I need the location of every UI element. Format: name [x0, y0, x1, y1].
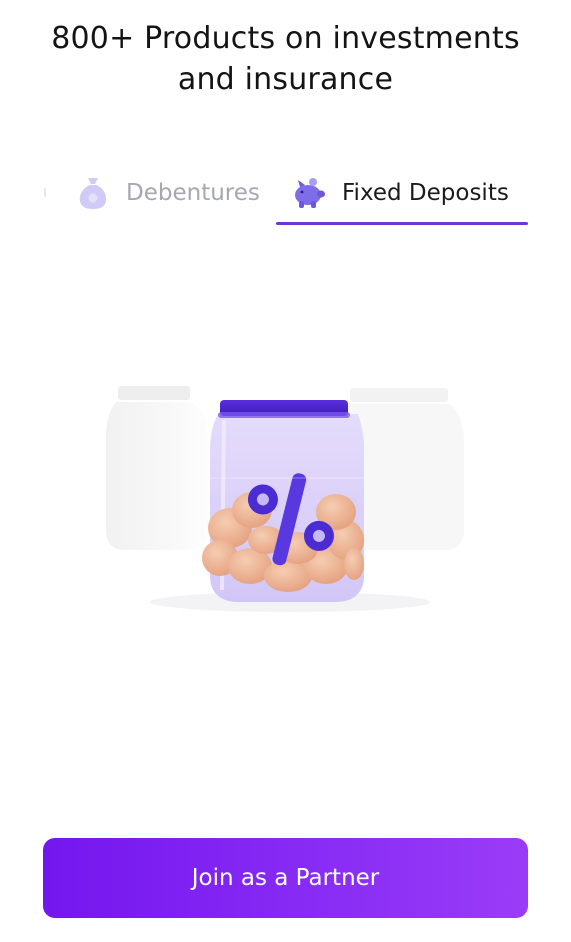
tab-fixed-deposits[interactable]: Fixed Deposits	[292, 174, 509, 212]
tab-debentures-label: Debentures	[126, 180, 260, 206]
page-title: 800+ Products on investments and insuran…	[0, 18, 571, 100]
page-title-line-2: and insurance	[177, 62, 394, 97]
product-tabs: Debentures Fixed Deposits	[0, 160, 571, 230]
tab-debentures[interactable]: Debentures	[76, 174, 260, 212]
previous-tab-edge[interactable]	[44, 188, 46, 197]
join-as-partner-button[interactable]: Join as a Partner	[43, 838, 528, 918]
tab-fixed-deposits-label: Fixed Deposits	[342, 180, 509, 206]
active-tab-indicator	[276, 222, 528, 225]
percent-jar-icon	[106, 386, 464, 612]
onboarding-screen: 800+ Products on investments and insuran…	[0, 0, 571, 942]
money-bag-icon	[76, 176, 110, 210]
piggy-bank-icon	[292, 176, 326, 210]
page-title-line-1: 800+ Products on investments	[51, 21, 520, 56]
fixed-deposit-illustration	[100, 380, 470, 620]
